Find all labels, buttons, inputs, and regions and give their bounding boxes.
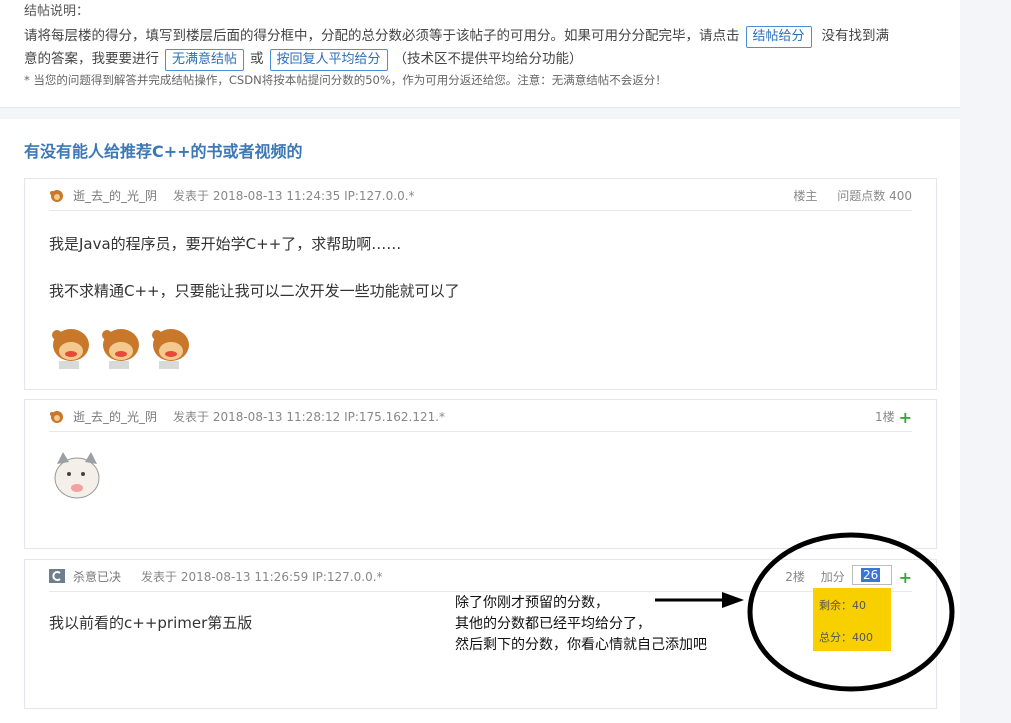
annotation-line: 除了你刚才预留的分数， xyxy=(455,595,609,611)
highlight-ellipse xyxy=(747,532,955,692)
annotation-line: 然后剩下的分数，你看心情就自己添加吧 xyxy=(455,637,707,653)
annotation-line: 其他的分数都已经平均给分了， xyxy=(455,616,651,632)
arrow-head-icon xyxy=(722,592,744,608)
annotation-note: 除了你刚才预留的分数， 其他的分数都已经平均给分了， 然后剩下的分数，你看心情就… xyxy=(455,593,707,656)
